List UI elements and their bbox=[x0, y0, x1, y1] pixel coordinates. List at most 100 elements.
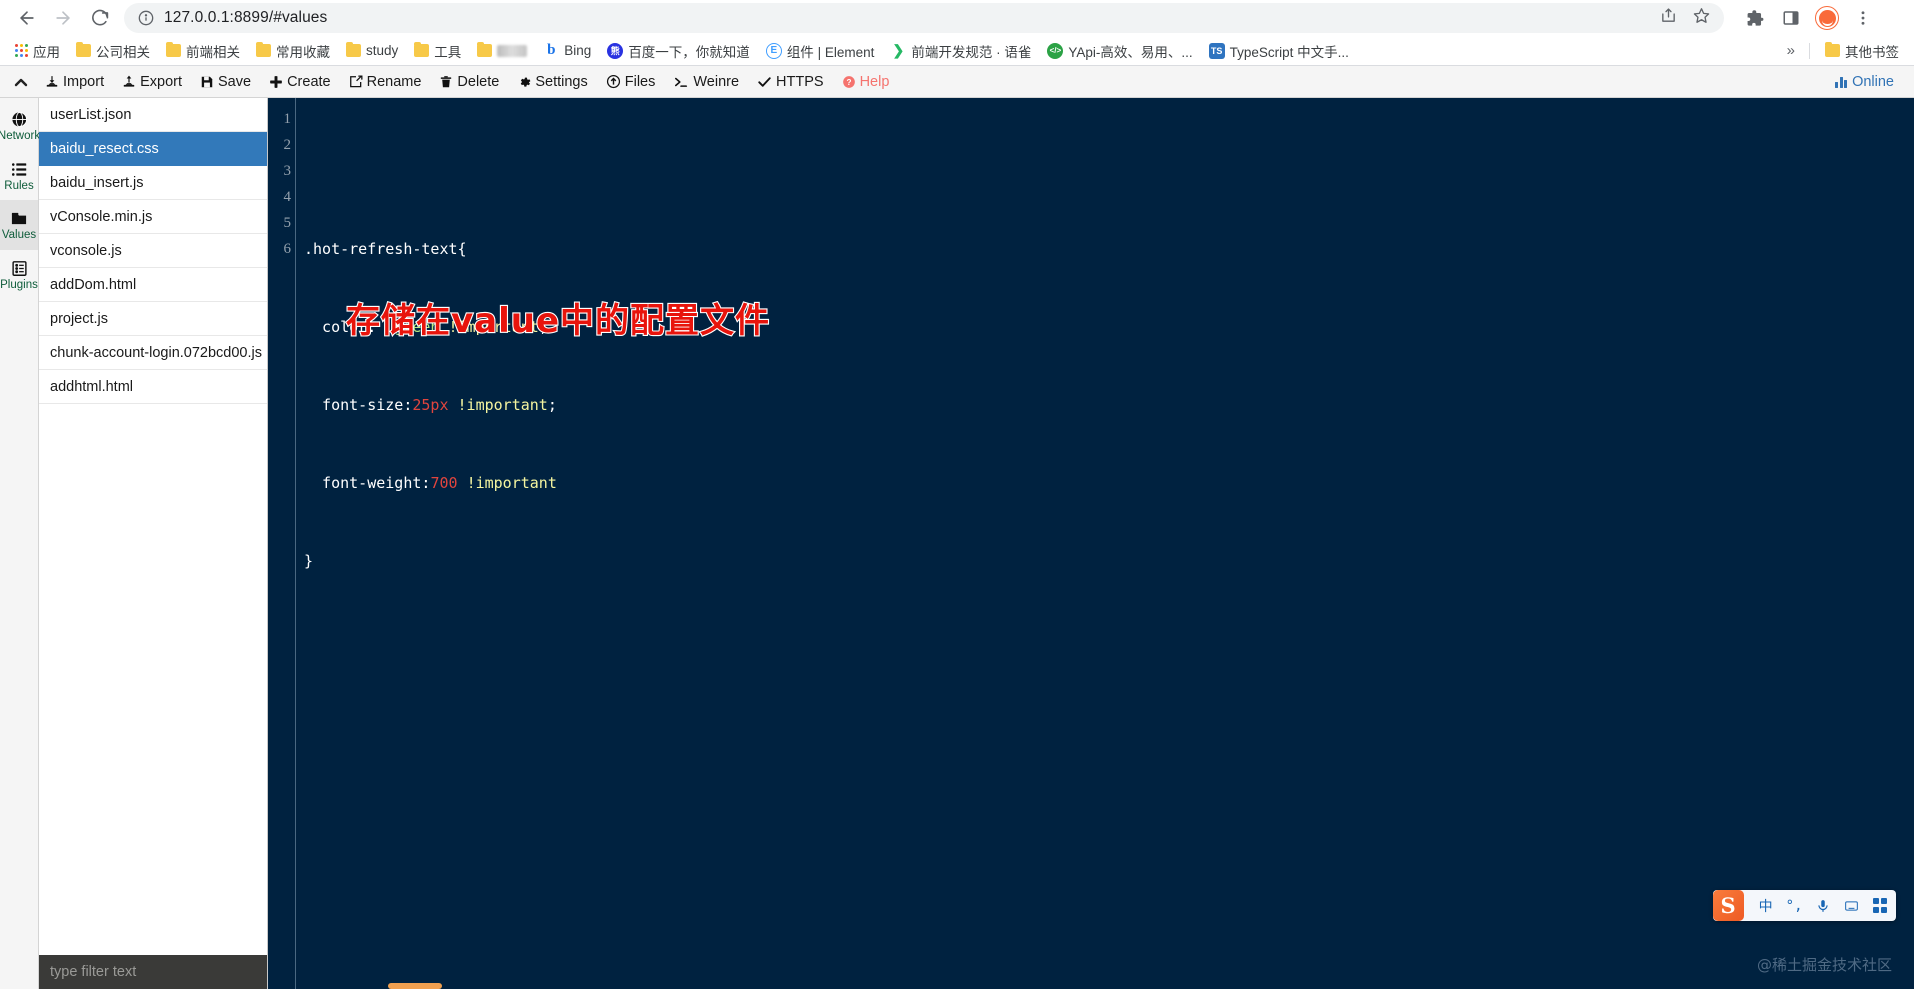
list-item[interactable]: vconsole.js bbox=[39, 234, 267, 268]
rename-button[interactable]: Rename bbox=[340, 71, 431, 93]
chinese-mode-icon[interactable]: 中 bbox=[1759, 896, 1773, 916]
site-info-icon[interactable] bbox=[138, 10, 154, 26]
bookmark-item-1[interactable]: 前端相关 bbox=[159, 38, 247, 64]
list-item[interactable]: baidu_insert.js bbox=[39, 166, 267, 200]
files-button[interactable]: Files bbox=[597, 71, 665, 93]
bookmark-item-7[interactable]: 熊 百度一下，你就知道 bbox=[600, 38, 757, 64]
line-number: 4 bbox=[283, 189, 292, 205]
sidebar-rail: Network Rules Values Plugins bbox=[0, 98, 40, 989]
globe-icon bbox=[11, 110, 28, 129]
bookmark-item-3[interactable]: study bbox=[339, 40, 405, 61]
help-label: Help bbox=[859, 73, 890, 90]
file-list: userList.json baidu_resect.css baidu_ins… bbox=[39, 98, 267, 955]
apps-grid-icon[interactable] bbox=[1872, 898, 1887, 913]
bookmark-item-6[interactable]: b Bing bbox=[536, 40, 598, 62]
settings-button[interactable]: Settings bbox=[508, 71, 596, 93]
export-button[interactable]: Export bbox=[113, 71, 191, 93]
save-icon bbox=[200, 75, 214, 89]
profile-avatar[interactable] bbox=[1812, 3, 1842, 33]
list-item-selected[interactable]: baidu_resect.css bbox=[39, 132, 267, 166]
list-item[interactable]: addhtml.html bbox=[39, 370, 267, 404]
status-badge[interactable]: Online bbox=[1835, 74, 1908, 90]
collapse-toggle-icon[interactable] bbox=[6, 67, 36, 97]
sidebar-item-network[interactable]: Network bbox=[0, 101, 40, 151]
sidebar-item-label: Plugins bbox=[0, 278, 38, 291]
code-token: !important bbox=[466, 474, 557, 492]
save-button[interactable]: Save bbox=[191, 71, 260, 93]
bookmark-label-blurred bbox=[497, 44, 528, 57]
chrome-menu-icon[interactable] bbox=[1848, 3, 1878, 33]
bookmark-item-2[interactable]: 常用收藏 bbox=[249, 38, 337, 64]
create-label: Create bbox=[287, 73, 331, 90]
line-number: 6 bbox=[283, 241, 292, 257]
folder-icon bbox=[414, 41, 430, 57]
ime-toolbar[interactable]: S 中 °, bbox=[1712, 890, 1896, 921]
import-button[interactable]: Import bbox=[36, 71, 113, 93]
line-number-gutter: 1 2 3 4 5 6 bbox=[268, 98, 296, 989]
code-line: font-weight:700 !important bbox=[304, 470, 1914, 496]
bookmark-item-0[interactable]: 公司相关 bbox=[69, 38, 157, 64]
list-item[interactable]: userList.json bbox=[39, 98, 267, 132]
bookmark-item-10[interactable]: </> YApi-高效、易用、... bbox=[1040, 38, 1199, 64]
list-item[interactable]: project.js bbox=[39, 302, 267, 336]
bookmark-label: 前端相关 bbox=[186, 44, 240, 60]
delete-button[interactable]: Delete bbox=[430, 71, 508, 93]
bookmark-item-4[interactable]: 工具 bbox=[407, 38, 468, 64]
keyboard-icon[interactable] bbox=[1843, 899, 1860, 913]
folder-icon bbox=[1825, 41, 1840, 57]
microphone-icon[interactable] bbox=[1816, 898, 1830, 914]
bookmarks-overflow-icon[interactable]: » bbox=[1781, 42, 1801, 59]
list-item[interactable]: addDom.html bbox=[39, 268, 267, 302]
annotation-text: 存储在value中的配置文件 bbox=[345, 300, 771, 342]
code-editor[interactable]: 1 2 3 4 5 6 .hot-refresh-text{ color: gr… bbox=[268, 98, 1914, 989]
file-name: baidu_resect.css bbox=[50, 140, 159, 157]
side-panel-icon[interactable] bbox=[1776, 3, 1806, 33]
weinre-button[interactable]: Weinre bbox=[664, 71, 748, 93]
bookmark-label: 常用收藏 bbox=[276, 44, 330, 60]
back-button[interactable] bbox=[10, 1, 44, 35]
code-token: ; bbox=[547, 396, 557, 414]
reload-button[interactable] bbox=[82, 1, 116, 35]
bookmark-item-9[interactable]: ❯ 前端开发规范 · 语雀 bbox=[883, 38, 1038, 64]
import-icon bbox=[45, 75, 59, 89]
bookmark-apps[interactable]: 应用 bbox=[8, 38, 67, 64]
scrollbar-thumb[interactable] bbox=[388, 983, 442, 989]
sidebar-item-rules[interactable]: Rules bbox=[0, 151, 38, 201]
bookmark-item-5[interactable] bbox=[470, 41, 534, 60]
punctuation-icon[interactable]: °, bbox=[1786, 898, 1803, 914]
sidebar-item-values[interactable]: Values bbox=[0, 200, 38, 250]
forward-button[interactable] bbox=[46, 1, 80, 35]
bookmarks-overflow-area: » 其他书签 bbox=[1781, 38, 1906, 64]
https-button[interactable]: HTTPS bbox=[748, 71, 833, 93]
code-token: font-size: bbox=[304, 396, 413, 414]
sidebar-item-plugins[interactable]: Plugins bbox=[0, 250, 38, 300]
file-name: addhtml.html bbox=[50, 378, 134, 395]
code-content[interactable]: .hot-refresh-text{ color: green !importa… bbox=[296, 98, 1914, 989]
watermark: @稀土掘金技术社区 bbox=[1756, 956, 1892, 974]
sogou-logo-icon[interactable]: S bbox=[1712, 890, 1744, 921]
import-label: Import bbox=[63, 73, 105, 90]
extensions-icon[interactable] bbox=[1740, 3, 1770, 33]
bookmark-other-bookmarks[interactable]: 其他书签 bbox=[1818, 38, 1906, 64]
browser-toolbar: 127.0.0.1:8899/#values bbox=[0, 0, 1914, 36]
gear-icon bbox=[517, 75, 531, 89]
bookmark-item-8[interactable]: E 组件 | Element bbox=[759, 38, 882, 64]
bing-icon: b bbox=[543, 42, 560, 59]
share-icon[interactable] bbox=[1660, 7, 1677, 29]
files-icon bbox=[606, 74, 621, 89]
folder-solid-icon bbox=[10, 209, 28, 228]
address-bar[interactable]: 127.0.0.1:8899/#values bbox=[124, 3, 1724, 33]
horizontal-scrollbar[interactable] bbox=[268, 983, 1914, 989]
list-item[interactable]: vConsole.min.js bbox=[39, 200, 267, 234]
help-button[interactable]: ? Help bbox=[833, 71, 899, 93]
filter-input[interactable]: type filter text bbox=[39, 955, 267, 989]
code-token: 700 bbox=[430, 474, 458, 492]
files-label: Files bbox=[624, 73, 656, 90]
code-token: font-weight: bbox=[304, 474, 431, 492]
list-item[interactable]: chunk-account-login.072bcd00.js bbox=[39, 336, 267, 370]
bookmark-star-icon[interactable] bbox=[1693, 7, 1710, 29]
bookmark-item-11[interactable]: TS TypeScript 中文手... bbox=[1202, 38, 1356, 64]
create-button[interactable]: Create bbox=[260, 71, 340, 93]
